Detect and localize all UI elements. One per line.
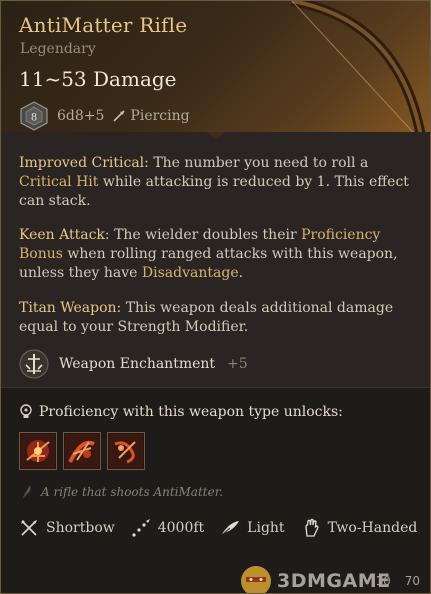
- weapon-enchantment[interactable]: Weapon Enchantment +5: [19, 347, 248, 381]
- feather-icon: [221, 521, 240, 536]
- enchantment-label: Weapon Enchantment: [59, 356, 216, 372]
- item-value-2: 70: [404, 574, 420, 588]
- property-range[interactable]: 4000ft: [131, 518, 204, 538]
- watermark-text: 3DMGAME: [277, 570, 391, 592]
- item-name: AntiMatter Rifle: [19, 13, 188, 37]
- tooltip-header: AntiMatter Rifle Legendary 11~53 Damage …: [1, 1, 430, 142]
- proficiency-actions: [19, 432, 145, 470]
- ability-keen-attack: Keen Attack: The wielder doubles their P…: [19, 226, 414, 283]
- quill-icon: [22, 485, 31, 499]
- ability-name: Titan Weapon:: [19, 300, 122, 316]
- tooltip-footer: 3DMGAME 10 70: [1, 556, 430, 593]
- mobile-shot-icon: [109, 434, 143, 468]
- property-weapon-type[interactable]: Shortbow: [19, 518, 115, 538]
- hand-icon: [304, 518, 319, 537]
- ability-titan-weapon: Titan Weapon: This weapon deals addition…: [19, 299, 414, 337]
- item-value-1: 10: [375, 574, 391, 588]
- proficiency-header: Proficiency with this weapon type unlock…: [19, 404, 343, 420]
- ability-improved-critical: Improved Critical: The number you need t…: [19, 154, 414, 211]
- damage-details: 8 6d8+5 Piercing: [19, 101, 190, 131]
- weapon-properties: Shortbow 4000ft Light Two-Handed: [19, 518, 417, 538]
- range-dots-icon: [132, 519, 150, 537]
- damage-type: Piercing: [130, 108, 190, 124]
- enchantment-icon: [19, 349, 49, 379]
- disadvantage-term[interactable]: Disadvantage: [142, 265, 239, 281]
- item-values: 10 70: [375, 574, 420, 588]
- ability-text: .: [238, 265, 244, 281]
- ability-text: The wielder doubles their: [109, 227, 302, 243]
- action-icon-3[interactable]: [107, 432, 145, 470]
- watermark-mascot-icon: [241, 566, 271, 593]
- proficiency-label: Proficiency with this weapon type unlock…: [39, 404, 343, 420]
- item-tooltip: AntiMatter Rifle Legendary 11~53 Damage …: [0, 0, 431, 594]
- ability-name: Keen Attack:: [19, 227, 110, 243]
- property-two-handed[interactable]: Two-Handed: [301, 518, 418, 538]
- bow-artwork: [291, 1, 427, 142]
- die-face-value: 8: [31, 113, 37, 124]
- property-light-label: Light: [247, 520, 285, 536]
- flavor-text-row: A rifle that shoots AntiMatter.: [19, 484, 223, 500]
- action-icon-1[interactable]: [19, 432, 57, 470]
- piercing-icon: [113, 110, 125, 122]
- lightbulb-icon: [20, 404, 32, 418]
- enchantment-bonus: +5: [227, 356, 248, 372]
- ability-name: Improved Critical:: [19, 155, 149, 171]
- critical-hit-term[interactable]: Critical Hit: [19, 174, 98, 190]
- flavor-text: A rifle that shoots AntiMatter.: [41, 485, 223, 499]
- ability-text: The number you need to roll a: [148, 155, 369, 171]
- property-hands-label: Two-Handed: [327, 520, 418, 536]
- damage-range: 11~53 Damage: [19, 67, 177, 91]
- crossed-arrows-icon: [21, 520, 37, 536]
- action-icon-2[interactable]: [63, 432, 101, 470]
- piercing-shot-icon: [65, 434, 99, 468]
- watermark: 3DMGAME: [239, 564, 391, 593]
- property-type-label: Shortbow: [46, 520, 115, 536]
- property-range-label: 4000ft: [157, 520, 205, 536]
- tooltip-lower-section: Proficiency with this weapon type unlock…: [1, 387, 430, 593]
- header-divider: [1, 132, 430, 142]
- item-rarity: Legendary: [20, 41, 96, 57]
- damage-dice: 6d8+5: [57, 108, 105, 124]
- property-light[interactable]: Light: [220, 518, 285, 538]
- d8-die-icon: 8: [20, 101, 48, 131]
- ranged-attack-icon: [21, 434, 55, 468]
- tooltip-body: Improved Critical: The number you need t…: [1, 142, 430, 387]
